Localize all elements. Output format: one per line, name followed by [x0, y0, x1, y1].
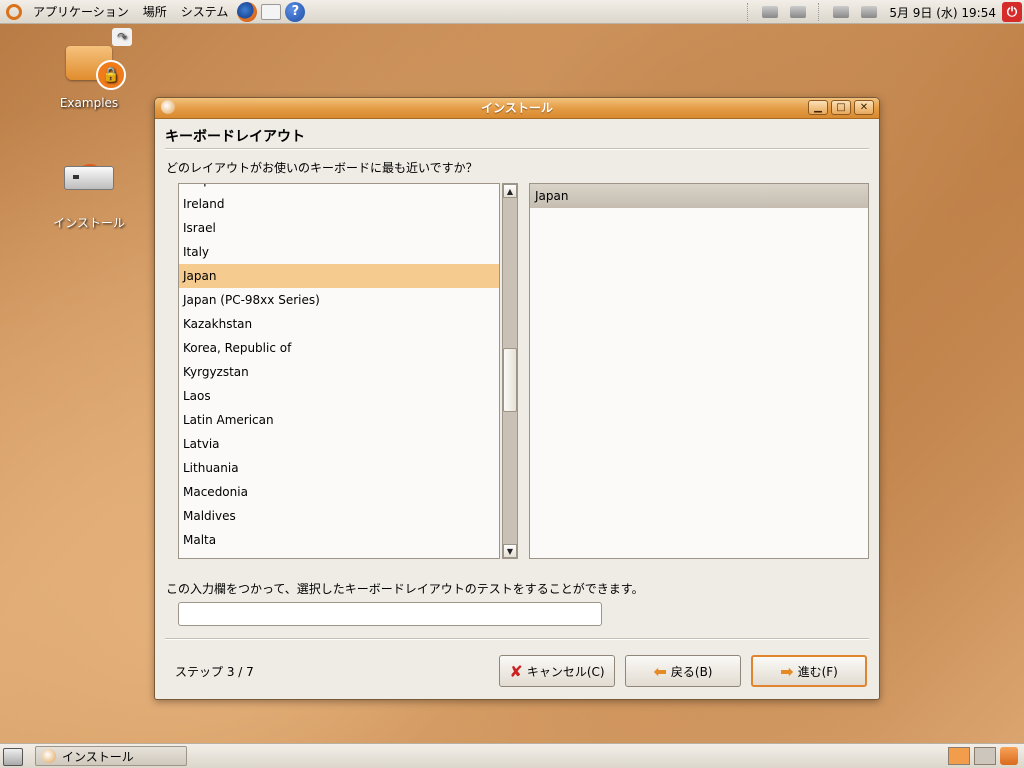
divider: [165, 148, 869, 150]
trash-icon[interactable]: [1000, 747, 1018, 765]
show-desktop-icon[interactable]: [3, 748, 23, 766]
layout-list-item[interactable]: Mongolia: [179, 552, 499, 558]
window-title: インストール: [481, 101, 553, 115]
installer-window: インストール ▁ □ ✕ キーボードレイアウト どのレイアウトがお使いのキーボー…: [154, 97, 880, 700]
layout-list-item[interactable]: Japan (PC-98xx Series): [179, 288, 499, 312]
window-titlebar[interactable]: インストール ▁ □ ✕: [155, 98, 879, 119]
installer-icon: [42, 749, 56, 763]
layout-list-item[interactable]: Iraq: [179, 184, 499, 192]
scroll-thumb[interactable]: [503, 348, 517, 412]
layout-list-item[interactable]: Macedonia: [179, 480, 499, 504]
layout-list-item[interactable]: Malta: [179, 528, 499, 552]
desktop-icon-label: インストール: [53, 216, 125, 230]
menu-applications[interactable]: アプリケーション: [26, 0, 136, 24]
firefox-icon[interactable]: [237, 1, 258, 22]
arrow-left-icon: ⬅: [653, 661, 667, 681]
forward-button[interactable]: ➡ 進む(F): [751, 655, 867, 687]
taskbar-item-label: インストール: [62, 749, 134, 764]
installer-icon: [44, 164, 134, 212]
forward-button-label: 進む(F): [797, 664, 838, 679]
minimize-button[interactable]: ▁: [808, 100, 828, 115]
layout-list-item[interactable]: Latvia: [179, 432, 499, 456]
drive-icon[interactable]: [762, 6, 779, 18]
cancel-button-label: キャンセル(C): [526, 664, 605, 679]
back-button-label: 戻る(B): [670, 664, 713, 679]
test-input-label: この入力欄をつかって、選択したキーボードレイアウトのテストをすることができます。: [166, 582, 644, 596]
folder-icon: ↷ 🔒: [66, 28, 132, 90]
menu-system[interactable]: システム: [174, 0, 236, 24]
layout-list-item[interactable]: Lithuania: [179, 456, 499, 480]
scroll-up-arrow-icon[interactable]: ▲: [503, 184, 517, 198]
help-icon[interactable]: ?: [285, 1, 306, 22]
tray-separator: [818, 3, 821, 21]
taskbar-item-installer[interactable]: インストール: [35, 746, 187, 766]
layout-list-item[interactable]: Italy: [179, 240, 499, 264]
bottom-panel: インストール: [0, 743, 1024, 768]
workspace-1[interactable]: [948, 747, 970, 765]
keyboard-test-input[interactable]: [178, 602, 602, 626]
desktop-icon-installer[interactable]: インストール: [44, 148, 134, 231]
back-button[interactable]: ⬅ 戻る(B): [625, 655, 741, 687]
layout-list-item[interactable]: Israel: [179, 216, 499, 240]
layout-list-item[interactable]: Latin American: [179, 408, 499, 432]
desktop-icon-label: Examples: [59, 96, 119, 110]
top-panel: アプリケーション 場所 システム ? 5月 9日 (水) 19:54 ⏻: [0, 0, 1024, 24]
keyboard-layout-list[interactable]: IraqIrelandIsraelItalyJapanJapan (PC-98x…: [178, 183, 500, 559]
scroll-down-arrow-icon[interactable]: ▼: [503, 544, 517, 558]
cancel-button[interactable]: ✘ キャンセル(C): [499, 655, 615, 687]
drive-shape-icon: [64, 166, 114, 190]
layout-list-item[interactable]: Ireland: [179, 192, 499, 216]
tray-separator: [747, 3, 750, 21]
link-arrow-icon: ↷: [112, 28, 132, 46]
layout-list-item[interactable]: Korea, Republic of: [179, 336, 499, 360]
clock[interactable]: 5月 9日 (水) 19:54: [889, 4, 996, 21]
desktop-icon-examples[interactable]: ↷ 🔒 Examples: [44, 28, 134, 110]
layout-list-item[interactable]: Kazakhstan: [179, 312, 499, 336]
window-controls: ▁ □ ✕: [805, 100, 874, 115]
cancel-x-icon: ✘: [509, 661, 523, 681]
volume-icon[interactable]: [861, 6, 878, 18]
drive-icon[interactable]: [790, 6, 807, 18]
maximize-button[interactable]: □: [831, 100, 851, 115]
divider: [165, 638, 869, 640]
mail-icon[interactable]: [261, 3, 282, 20]
variant-item[interactable]: Japan: [530, 184, 868, 208]
network-icon[interactable]: [833, 6, 850, 18]
keyboard-variant-list[interactable]: Japan: [529, 183, 869, 559]
system-tray: 5月 9日 (水) 19:54 ⏻: [741, 0, 1024, 24]
layout-list-item[interactable]: Japan: [179, 264, 499, 288]
close-button[interactable]: ✕: [854, 100, 874, 115]
arrow-right-icon: ➡: [780, 661, 794, 681]
lock-icon: 🔒: [96, 60, 126, 90]
workspace-2[interactable]: [974, 747, 996, 765]
layout-list-item[interactable]: Kyrgyzstan: [179, 360, 499, 384]
page-title: キーボードレイアウト: [165, 129, 305, 145]
ubuntu-logo-icon[interactable]: [6, 3, 22, 20]
layout-list-scrollbar[interactable]: ▲ ▼: [502, 183, 518, 559]
layout-list-item[interactable]: Laos: [179, 384, 499, 408]
layout-question: どのレイアウトがお使いのキーボードに最も近いですか？: [166, 161, 478, 175]
layout-list-item[interactable]: Maldives: [179, 504, 499, 528]
step-indicator: ステップ 3 / 7: [175, 665, 254, 679]
power-icon[interactable]: ⏻: [1002, 2, 1022, 22]
menu-places[interactable]: 場所: [136, 0, 174, 24]
